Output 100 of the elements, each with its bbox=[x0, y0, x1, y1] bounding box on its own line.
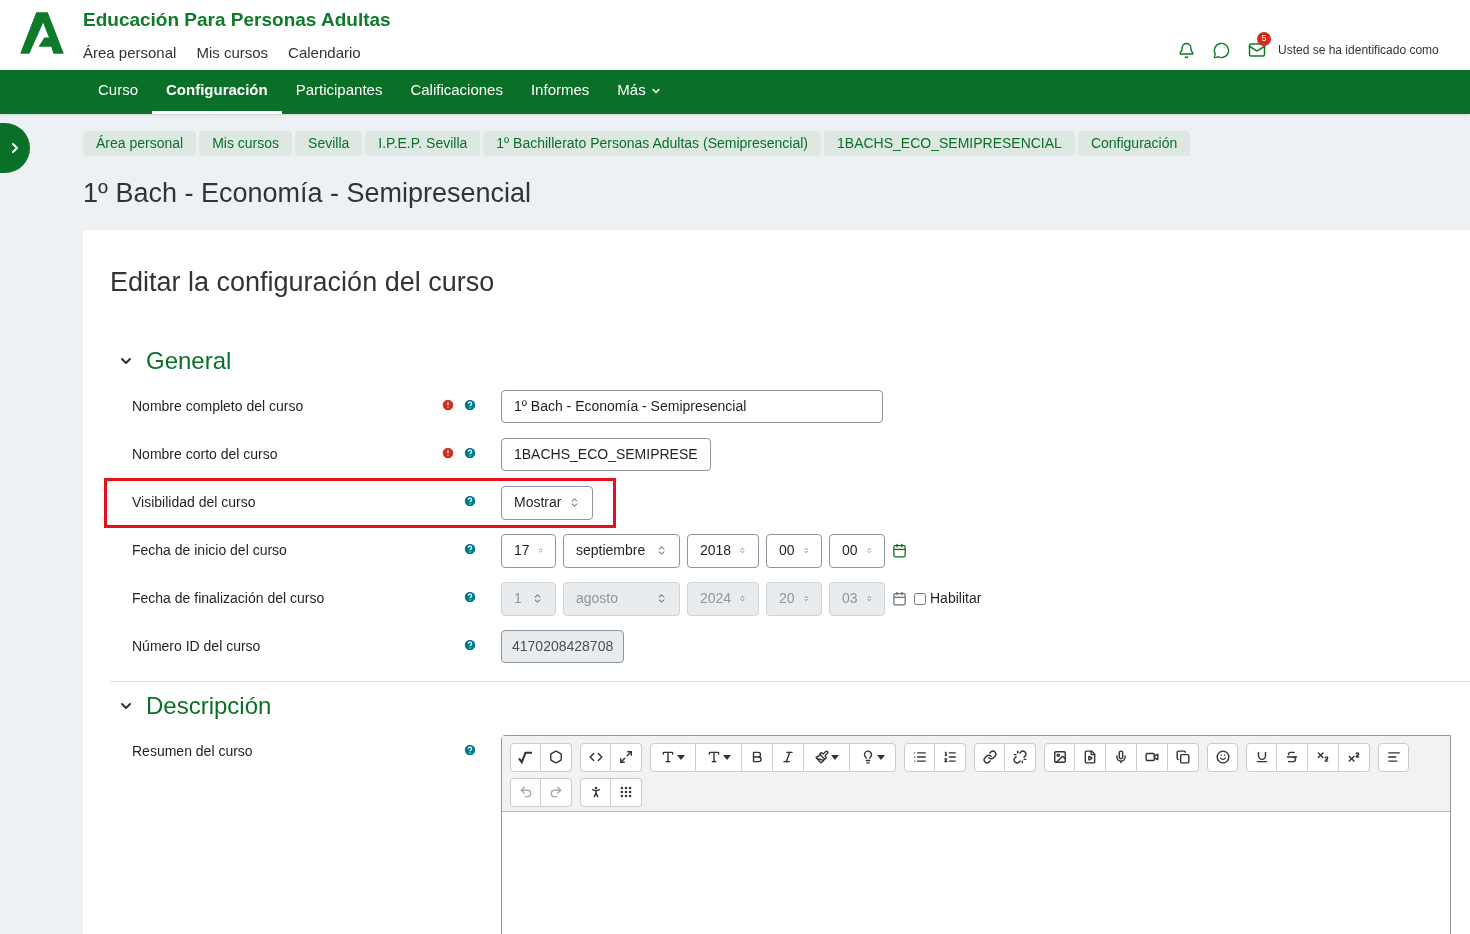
caret-icon bbox=[722, 754, 731, 760]
select-value: 03 bbox=[842, 589, 858, 608]
toolbar-button[interactable] bbox=[1044, 742, 1075, 772]
nav-tab[interactable]: Más bbox=[603, 70, 676, 114]
font-size-icon bbox=[706, 750, 721, 764]
field-label: Fecha de finalización del curso bbox=[132, 588, 326, 608]
align-left-icon bbox=[1386, 750, 1401, 764]
toolbar-button[interactable] bbox=[611, 777, 642, 807]
user-status-text: Usted se ha identificado como bbox=[1278, 42, 1440, 59]
updown-icon bbox=[739, 545, 746, 556]
toolbar-button[interactable] bbox=[1106, 742, 1137, 772]
hexagon-icon bbox=[549, 750, 563, 764]
toolbar-button[interactable] bbox=[1075, 742, 1106, 772]
toolbar-button[interactable] bbox=[580, 777, 611, 807]
section-toggle[interactable]: General bbox=[118, 342, 232, 379]
updown-icon bbox=[656, 545, 667, 556]
toolbar-button[interactable] bbox=[935, 742, 966, 772]
updown-icon bbox=[656, 593, 667, 604]
chat-bubble-icon[interactable] bbox=[1213, 41, 1230, 59]
toolbar-button[interactable] bbox=[650, 742, 696, 772]
toolbar-button[interactable] bbox=[804, 742, 850, 772]
site-title[interactable]: Educación Para Personas Adultas bbox=[83, 8, 391, 32]
subscript-icon bbox=[1316, 750, 1330, 764]
help-icon[interactable] bbox=[463, 445, 477, 460]
help-icon[interactable] bbox=[463, 493, 477, 508]
select-field[interactable]: 00 bbox=[766, 533, 822, 568]
toolbar-button[interactable] bbox=[1168, 742, 1199, 772]
nav-link[interactable]: Área personal bbox=[83, 42, 177, 65]
help-icon[interactable] bbox=[463, 637, 477, 652]
undo-icon bbox=[518, 785, 533, 799]
select-value: 00 bbox=[779, 541, 795, 560]
field-label: Visibilidad del curso bbox=[132, 492, 257, 512]
code-icon bbox=[588, 750, 603, 764]
calendar-icon[interactable] bbox=[892, 543, 907, 558]
select-value: agosto bbox=[576, 589, 619, 608]
notification-bell-icon[interactable] bbox=[1178, 41, 1195, 59]
updown-icon bbox=[802, 593, 809, 604]
breadcrumb-item[interactable]: 1BACHS_ECO_SEMIPRESENCIAL bbox=[824, 131, 1075, 156]
nav-tab[interactable]: Informes bbox=[516, 70, 604, 114]
breadcrumb-item[interactable]: I.P.E.P. Sevilla bbox=[365, 131, 481, 156]
select-value: 00 bbox=[842, 541, 858, 560]
toolbar-button[interactable] bbox=[696, 742, 742, 772]
breadcrumb-item[interactable]: Área personal bbox=[83, 131, 197, 156]
updown-icon bbox=[739, 593, 746, 604]
nav-link[interactable]: Calendario bbox=[288, 42, 361, 65]
logo-icon bbox=[19, 10, 65, 56]
paintbrush-icon bbox=[814, 750, 829, 764]
nav-link[interactable]: Mis cursos bbox=[196, 42, 269, 65]
text-field[interactable]: 4170208428708 bbox=[501, 629, 625, 663]
section-toggle[interactable]: Descripción bbox=[118, 687, 272, 724]
toolbar-button[interactable] bbox=[1137, 742, 1168, 772]
select-field[interactable]: 17 bbox=[501, 533, 556, 568]
toolbar-button[interactable] bbox=[742, 742, 773, 772]
toolbar-button[interactable] bbox=[541, 742, 572, 772]
braille-icon bbox=[619, 785, 633, 799]
message-count-badge: 5 bbox=[1257, 32, 1271, 46]
select-value: 2018 bbox=[700, 541, 732, 560]
nav-tab[interactable]: Calificaciones bbox=[396, 70, 517, 114]
drawer-toggle-button[interactable] bbox=[0, 123, 30, 173]
square-root-icon bbox=[518, 749, 533, 765]
breadcrumb-item[interactable]: Sevilla bbox=[295, 131, 363, 156]
toolbar-button[interactable] bbox=[850, 742, 896, 772]
caret-icon bbox=[876, 754, 885, 760]
toolbar-button[interactable] bbox=[1246, 742, 1277, 772]
select-value: Mostrar bbox=[514, 493, 562, 512]
select-field[interactable]: 2018 bbox=[687, 533, 759, 568]
breadcrumb-item[interactable]: 1º Bachillerato Personas Adultas (Semipresencial) bbox=[483, 131, 822, 156]
nav-tab[interactable]: Configuración bbox=[152, 70, 282, 114]
field-label: Resumen del curso bbox=[132, 741, 254, 761]
mail-icon[interactable] bbox=[1248, 41, 1266, 59]
select-field[interactable]: Mostrar bbox=[501, 485, 594, 520]
smiley-icon bbox=[1215, 750, 1230, 764]
toolbar-button[interactable] bbox=[974, 742, 1005, 772]
toolbar-button[interactable] bbox=[510, 742, 541, 772]
text-field[interactable]: 1BACHS_ECO_SEMIPRESE bbox=[501, 437, 711, 471]
toolbar-button[interactable] bbox=[904, 742, 935, 772]
toolbar-button[interactable] bbox=[1308, 742, 1339, 772]
nav-tab[interactable]: Curso bbox=[84, 70, 152, 114]
toolbar-button[interactable] bbox=[1339, 742, 1370, 772]
toolbar-button[interactable] bbox=[611, 742, 642, 772]
bold-icon bbox=[750, 750, 764, 764]
select-field[interactable]: 00 bbox=[829, 533, 885, 568]
help-icon[interactable] bbox=[463, 397, 477, 412]
help-icon[interactable] bbox=[463, 541, 477, 556]
page-title: 1º Bach - Economía - Semipresencial bbox=[83, 177, 533, 210]
breadcrumb-item[interactable]: Mis cursos bbox=[199, 131, 293, 156]
help-icon[interactable] bbox=[463, 742, 477, 757]
caret-icon bbox=[677, 754, 685, 760]
toolbar-button[interactable] bbox=[1005, 742, 1036, 772]
select-field[interactable]: septiembre bbox=[563, 533, 680, 568]
text-field[interactable]: 1º Bach - Economía - Semipresencial bbox=[501, 389, 883, 423]
nav-tab[interactable]: Participantes bbox=[281, 70, 397, 114]
form-title: Editar la configuración del curso bbox=[110, 266, 496, 299]
select-value: 2024 bbox=[700, 589, 732, 608]
numbered-list-icon bbox=[943, 750, 957, 764]
toolbar-button[interactable] bbox=[1378, 742, 1409, 772]
breadcrumb-item[interactable]: Configuración bbox=[1077, 131, 1191, 156]
expand-icon bbox=[619, 750, 633, 764]
toolbar-button[interactable] bbox=[1277, 742, 1308, 772]
toolbar-button[interactable] bbox=[1207, 742, 1238, 772]
